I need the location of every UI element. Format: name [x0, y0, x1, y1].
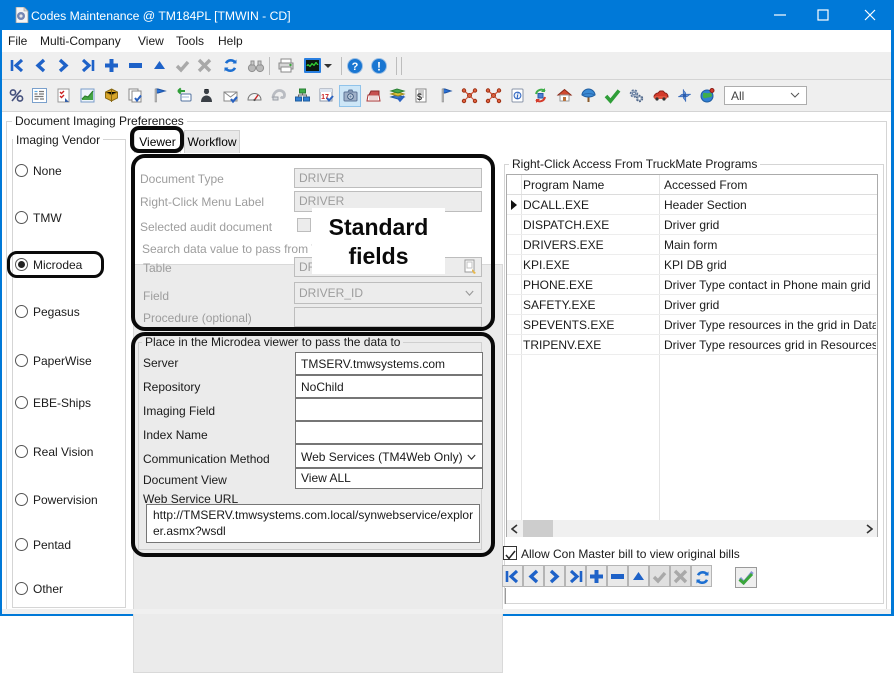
svg-text:?: ?: [352, 61, 359, 73]
svg-text:$: $: [417, 92, 422, 102]
svg-text:!: !: [377, 60, 381, 74]
